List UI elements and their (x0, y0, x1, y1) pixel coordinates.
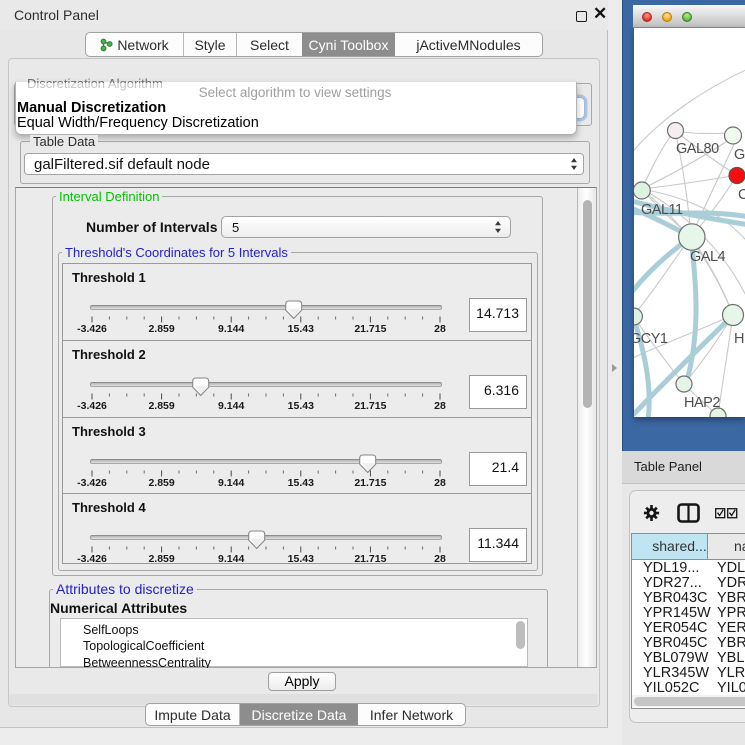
svg-text:H: H (734, 331, 744, 347)
svg-text:C: C (738, 187, 745, 203)
svg-text:GAL4: GAL4 (690, 249, 726, 265)
svg-text:GA: GA (734, 147, 745, 163)
svg-text:HAP2: HAP2 (684, 395, 720, 411)
svg-text:GAL11: GAL11 (641, 202, 683, 218)
svg-text:GCY1: GCY1 (634, 331, 668, 347)
svg-text:GAL80: GAL80 (676, 141, 719, 157)
